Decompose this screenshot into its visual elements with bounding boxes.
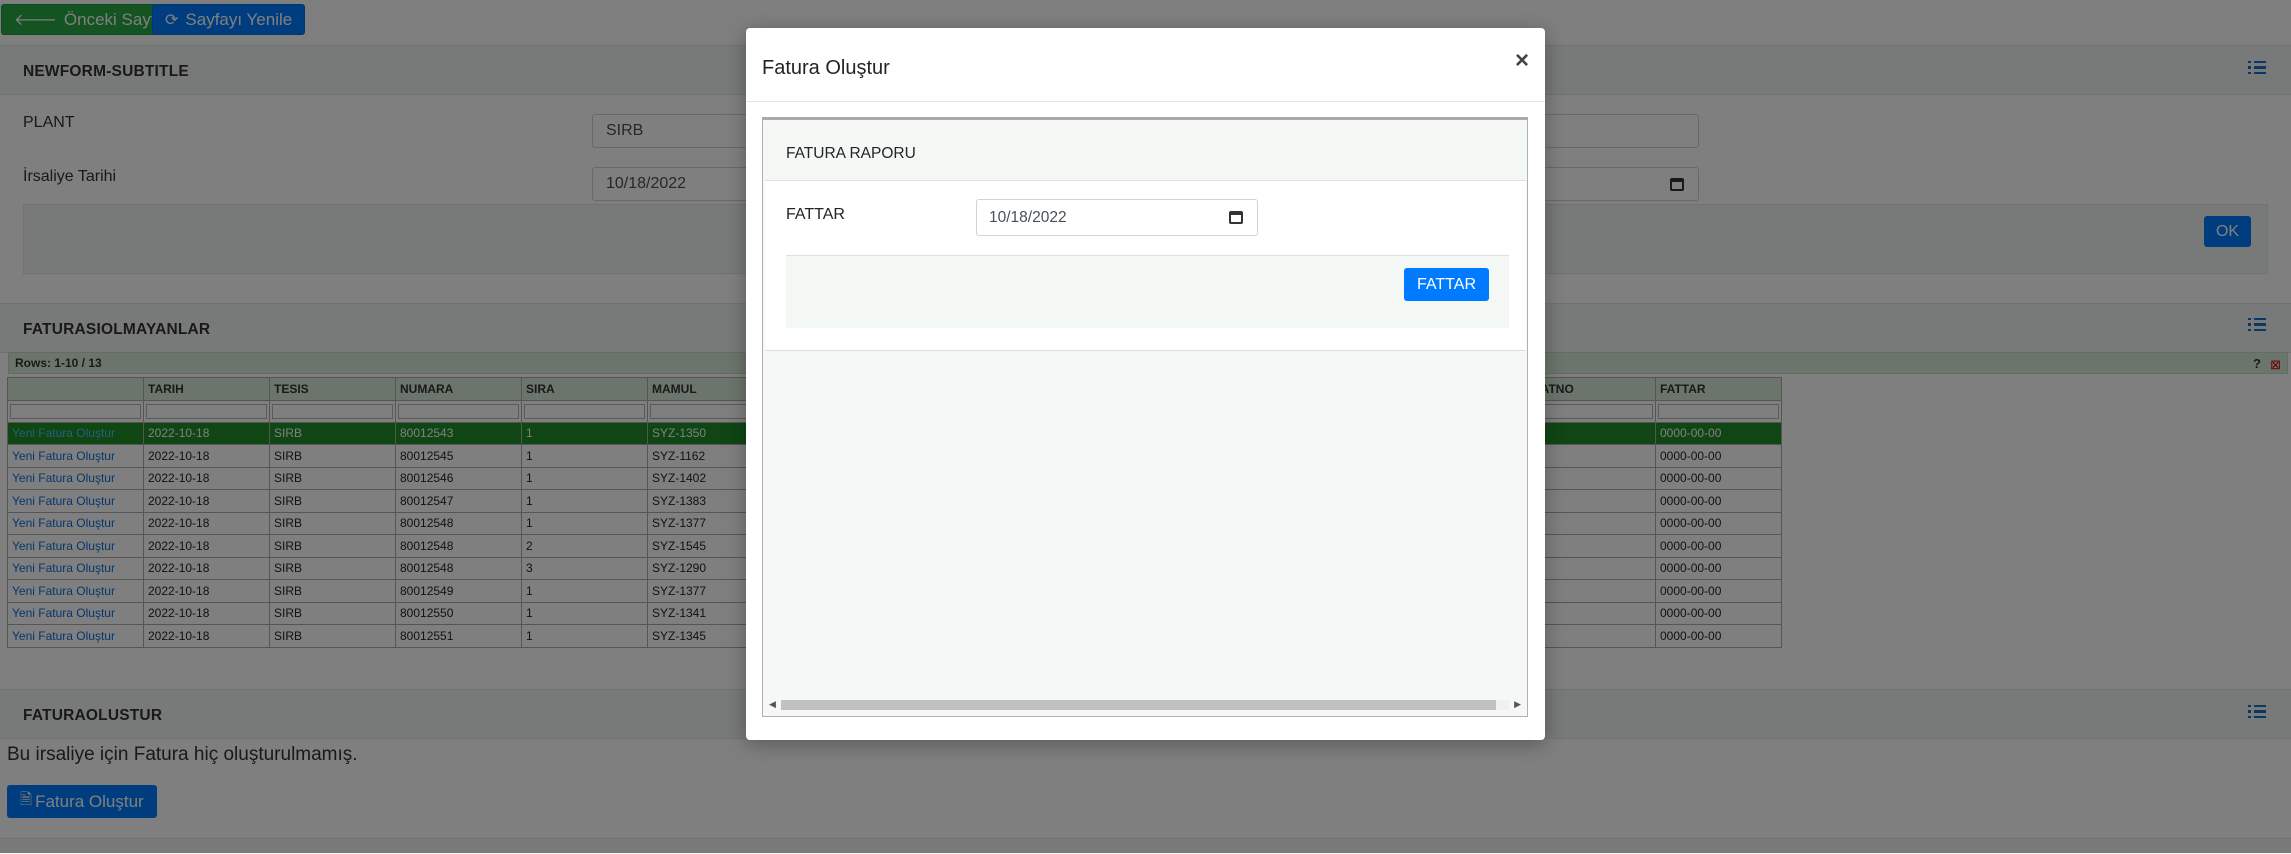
- fattar-button[interactable]: FATTAR: [1404, 268, 1489, 301]
- fattar-label: FATTAR: [786, 206, 845, 223]
- close-icon[interactable]: ×: [1515, 47, 1529, 75]
- calendar-icon[interactable]: [1229, 211, 1243, 224]
- horizontal-scrollbar[interactable]: ◀ ▶: [767, 698, 1523, 710]
- invoice-modal: Fatura Oluştur × FATURA RAPORU FATTAR 10…: [746, 28, 1545, 740]
- scroll-thumb[interactable]: [781, 700, 1496, 710]
- modal-divider: [746, 101, 1545, 102]
- fattar-date-value: 10/18/2022: [989, 208, 1067, 226]
- scroll-right-icon[interactable]: ▶: [1514, 699, 1521, 710]
- fattar-date-input[interactable]: 10/18/2022: [976, 199, 1258, 236]
- invoice-report-footer: FATTAR: [786, 255, 1509, 328]
- modal-title: Fatura Oluştur: [762, 57, 890, 79]
- scroll-left-icon[interactable]: ◀: [769, 699, 776, 710]
- invoice-report-title: FATURA RAPORU: [786, 145, 916, 162]
- invoice-report-header: FATURA RAPORU: [765, 128, 1526, 181]
- invoice-report-card: FATURA RAPORU FATTAR 10/18/2022 FATTAR: [765, 128, 1526, 351]
- modal-iframe: FATURA RAPORU FATTAR 10/18/2022 FATTAR ◀…: [762, 117, 1528, 717]
